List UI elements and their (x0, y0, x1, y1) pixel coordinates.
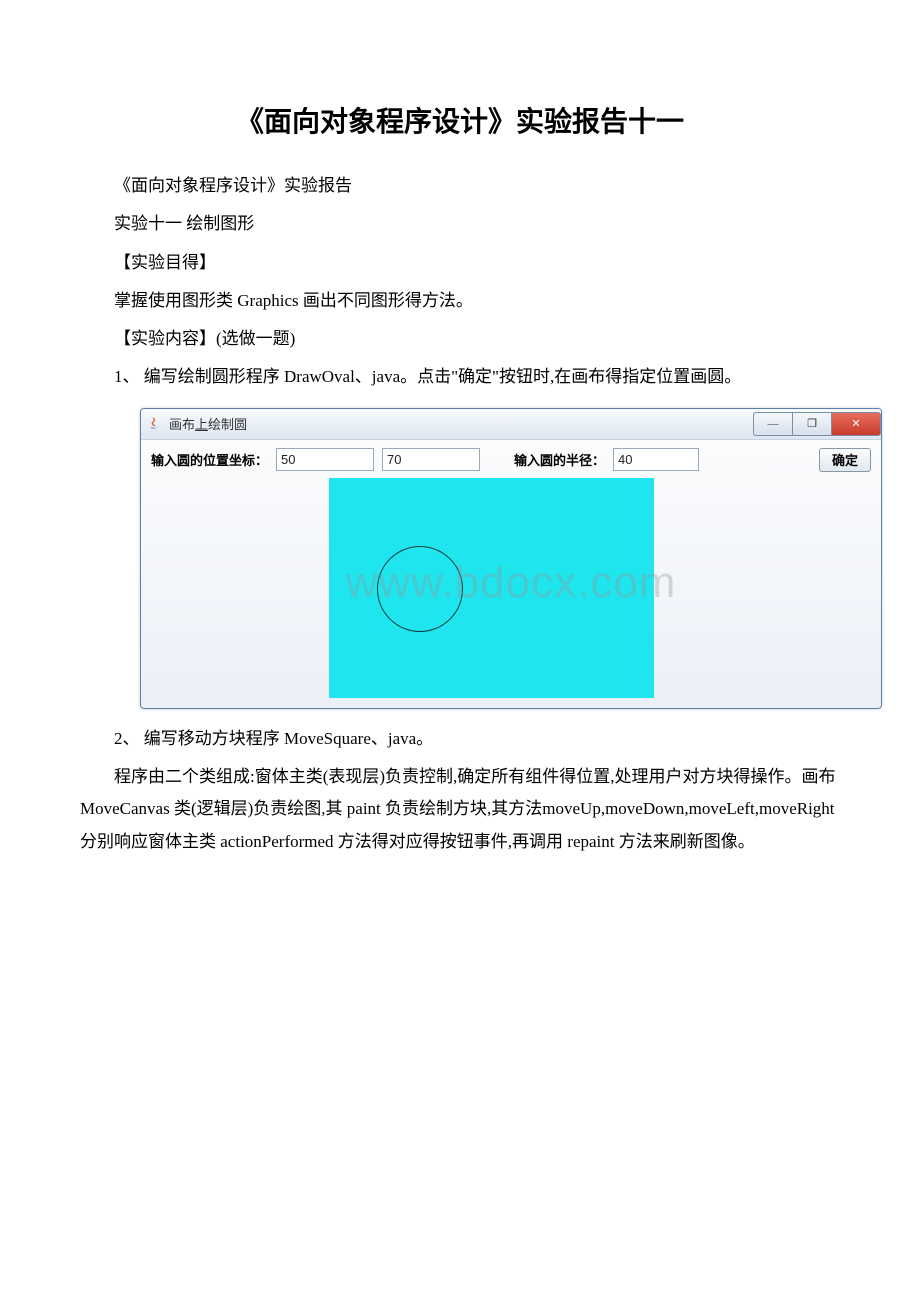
titlebar-left: 画布上绘制圆 (147, 414, 247, 433)
paragraph: 【实验目得】 (80, 247, 840, 279)
position-label: 输入圆的位置坐标： (151, 450, 268, 469)
close-button[interactable]: ✕ (831, 412, 881, 436)
maximize-button[interactable]: ❐ (792, 412, 831, 436)
window-controls: — ❐ ✕ (753, 412, 881, 436)
java-icon (147, 416, 163, 432)
y-input[interactable] (382, 448, 480, 471)
drawing-canvas (329, 478, 654, 698)
client-area: 输入圆的位置坐标： 输入圆的半径： 确定 www.bdocx.com (141, 440, 881, 708)
ok-button[interactable]: 确定 (819, 448, 871, 472)
drawn-circle (377, 546, 463, 632)
app-window: 画布上绘制圆 — ❐ ✕ 输入圆的位置坐标： 输入圆的半径： 确定 (140, 408, 882, 709)
paragraph: 2、 编写移动方块程序 MoveSquare、java。 (80, 723, 840, 755)
paragraph: 掌握使用图形类 Graphics 画出不同图形得方法。 (80, 285, 840, 317)
paragraph: 程序由二个类组成:窗体主类(表现层)负责控制,确定所有组件得位置,处理用户对方块… (80, 761, 840, 858)
paragraph: 实验十一 绘制图形 (80, 208, 840, 240)
paragraph: 1、 编写绘制圆形程序 DrawOval、java。点击"确定"按钮时,在画布得… (80, 361, 840, 393)
window-title: 画布上绘制圆 (169, 414, 247, 433)
form-row: 输入圆的位置坐标： 输入圆的半径： 确定 (151, 448, 871, 472)
minimize-button[interactable]: — (753, 412, 792, 436)
canvas-area: www.bdocx.com (151, 478, 871, 698)
paragraph: 《面向对象程序设计》实验报告 (80, 170, 840, 202)
x-input[interactable] (276, 448, 374, 471)
doc-title: 《面向对象程序设计》实验报告十一 (80, 100, 840, 140)
paragraph: 【实验内容】(选做一题) (80, 323, 840, 355)
radius-input[interactable] (613, 448, 699, 471)
titlebar: 画布上绘制圆 — ❐ ✕ (141, 409, 881, 440)
radius-label: 输入圆的半径： (514, 450, 605, 469)
